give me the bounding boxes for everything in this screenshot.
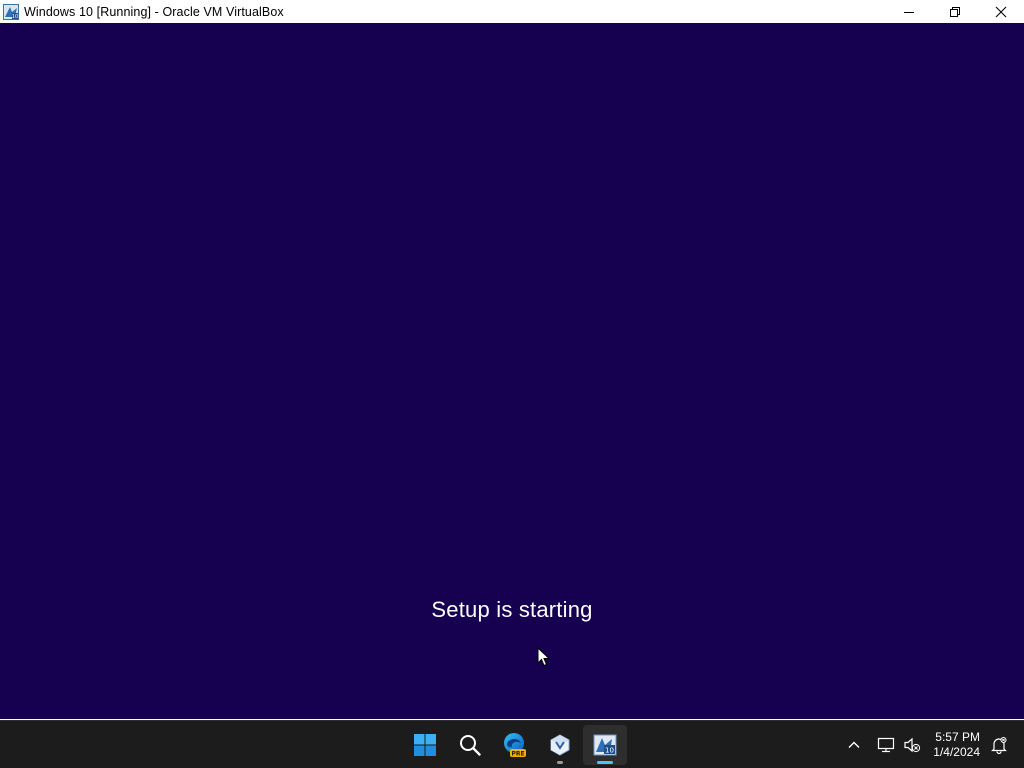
- virtualbox-app-icon: 10: [2, 3, 20, 21]
- close-icon: [995, 6, 1007, 17]
- vm-display[interactable]: Setup is starting: [0, 23, 1024, 719]
- search-button[interactable]: [448, 725, 492, 765]
- taskbar-apps: PRE 10: [402, 721, 627, 768]
- minimize-icon: [904, 11, 914, 13]
- volume-button[interactable]: [899, 730, 925, 760]
- clock[interactable]: 5:57 PM 1/4/2024: [933, 730, 980, 760]
- virtualbox-button[interactable]: [538, 725, 582, 765]
- edge-preview-button[interactable]: PRE: [493, 725, 537, 765]
- notifications-button[interactable]: [986, 730, 1012, 760]
- virtualbox-vm-button[interactable]: 10: [582, 724, 627, 765]
- notification-bell-icon: [991, 736, 1007, 754]
- chevron-up-icon: [848, 741, 860, 748]
- mouse-cursor-icon: [537, 647, 551, 667]
- svg-text:10: 10: [605, 746, 614, 754]
- edge-pre-badge: PRE: [511, 750, 524, 757]
- active-indicator: [596, 760, 613, 764]
- network-button[interactable]: [873, 730, 899, 760]
- system-tray: 5:57 PM 1/4/2024: [841, 721, 1024, 768]
- virtualbox-window: 10 Windows 10 [Running] - Oracle VM Virt…: [0, 0, 1024, 720]
- virtualbox-vm-icon: 10: [593, 734, 616, 755]
- edge-preview-icon: PRE: [503, 732, 526, 757]
- minimize-button[interactable]: [886, 0, 932, 23]
- clock-date: 1/4/2024: [933, 744, 980, 759]
- restore-icon: [950, 6, 960, 17]
- restore-button[interactable]: [932, 0, 978, 23]
- window-controls: [886, 0, 1024, 23]
- volume-muted-icon: [904, 737, 921, 752]
- show-hidden-icons-button[interactable]: [841, 730, 867, 760]
- title-bar[interactable]: 10 Windows 10 [Running] - Oracle VM Virt…: [0, 0, 1024, 23]
- setup-status-text: Setup is starting: [431, 597, 593, 622]
- search-icon: [459, 734, 481, 756]
- window-title: Windows 10 [Running] - Oracle VM Virtual…: [24, 4, 284, 19]
- clock-time: 5:57 PM: [935, 729, 980, 744]
- network-icon: [878, 737, 895, 752]
- start-button[interactable]: [403, 725, 447, 765]
- virtualbox-icon: [550, 733, 569, 756]
- close-button[interactable]: [978, 0, 1024, 23]
- windows-start-icon: [413, 733, 436, 756]
- taskbar: PRE 10 5:57 PM 1/4/2024: [0, 720, 1024, 768]
- svg-text:10: 10: [12, 14, 18, 20]
- running-indicator: [556, 760, 563, 764]
